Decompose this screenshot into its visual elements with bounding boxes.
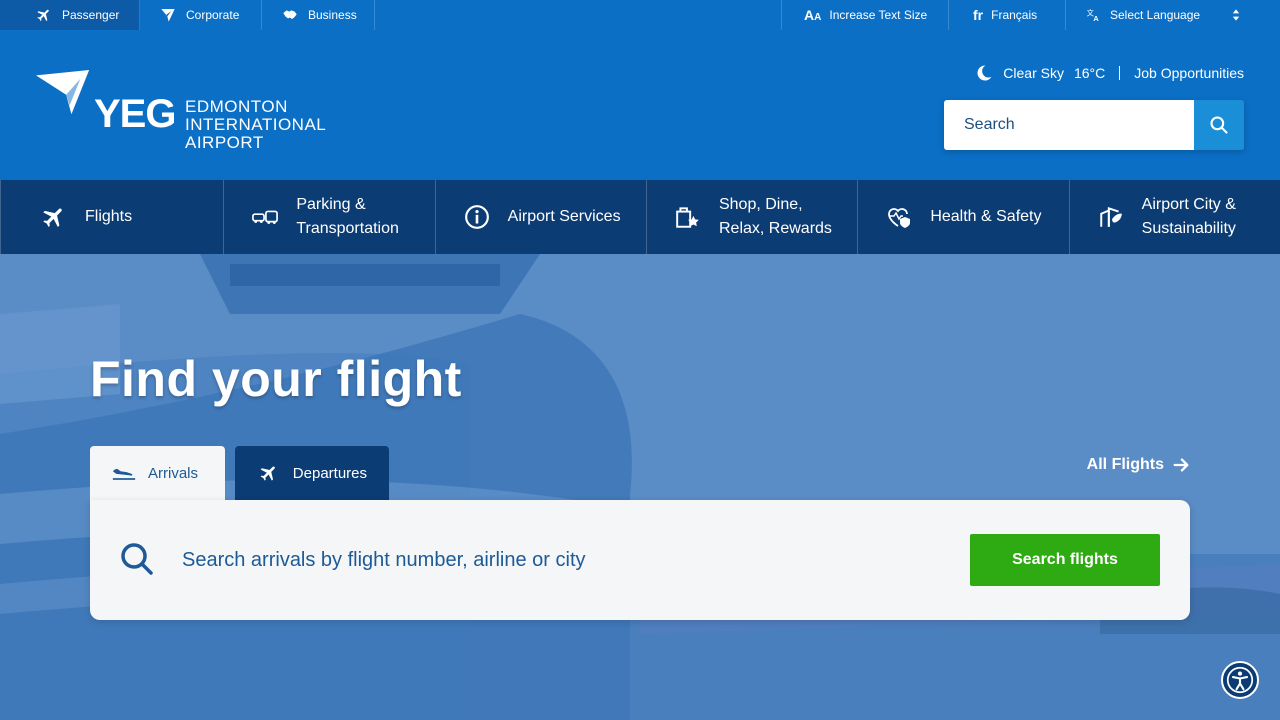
logo-name-line: EDMONTON bbox=[185, 97, 288, 116]
audience-tab-corporate[interactable]: Corporate bbox=[140, 0, 262, 30]
increase-text-label: Increase Text Size bbox=[829, 8, 928, 22]
hero-title: Find your flight bbox=[90, 351, 462, 407]
divider bbox=[1119, 66, 1121, 80]
plane-landing-icon bbox=[112, 468, 136, 480]
paper-plane-icon bbox=[161, 9, 175, 22]
accessibility-icon bbox=[1226, 666, 1254, 694]
translate-icon: 文A bbox=[1087, 9, 1100, 23]
utility-bar: Passenger Corporate Business AA Increase… bbox=[0, 0, 1280, 30]
moon-icon bbox=[977, 65, 992, 81]
nav-health-safety[interactable]: Health & Safety bbox=[857, 180, 1068, 254]
plane-icon bbox=[37, 9, 49, 22]
accessibility-button[interactable] bbox=[1221, 661, 1259, 699]
tab-departures[interactable]: Departures bbox=[235, 446, 389, 500]
search-flights-button[interactable]: Search flights bbox=[970, 534, 1160, 586]
tab-arrivals-label: Arrivals bbox=[148, 464, 199, 482]
audience-tab-label: Business bbox=[308, 8, 357, 22]
site-header: YEG EDMONTON INTERNATIONAL AIRPORT Clear… bbox=[0, 30, 1280, 180]
nav-label: Airport City & Sustainability bbox=[1141, 196, 1236, 237]
temperature: 16°C bbox=[1073, 65, 1106, 81]
plane-takeoff-icon bbox=[260, 466, 275, 481]
yeg-logo[interactable]: YEG EDMONTON INTERNATIONAL AIRPORT bbox=[36, 70, 346, 160]
text-size-icon: AA bbox=[804, 7, 822, 23]
flight-search-input[interactable] bbox=[182, 542, 942, 578]
audience-tab-passenger[interactable]: Passenger bbox=[0, 0, 140, 30]
audience-tab-label: Corporate bbox=[186, 8, 240, 22]
search-icon bbox=[1210, 116, 1228, 134]
all-flights-link[interactable]: All Flights bbox=[1087, 456, 1190, 474]
heart-shield-icon bbox=[888, 208, 911, 228]
audience-tab-business[interactable]: Business bbox=[262, 0, 375, 30]
audience-tab-label: Passenger bbox=[62, 8, 120, 22]
nav-shop-dine[interactable]: Shop, Dine, Relax, Rewards bbox=[645, 180, 857, 254]
shopping-bag-star-icon bbox=[676, 207, 699, 228]
job-opportunities-link[interactable]: Job Opportunities bbox=[1134, 65, 1244, 81]
site-search-button[interactable] bbox=[1194, 100, 1244, 150]
nav-label: Airport Services bbox=[507, 208, 621, 225]
svg-text:A: A bbox=[1093, 14, 1099, 23]
info-icon bbox=[464, 205, 489, 229]
nav-label: Health & Safety bbox=[930, 208, 1042, 225]
main-navigation: Flights Parking & Transportation Airport… bbox=[0, 180, 1280, 254]
yeg-wing-icon bbox=[36, 70, 90, 115]
nav-airport-city[interactable]: Airport City & Sustainability bbox=[1068, 180, 1280, 254]
weather-bar: Clear Sky 16°C Job Opportunities bbox=[975, 64, 1244, 82]
site-search bbox=[944, 100, 1244, 150]
nav-label: Shop, Dine, Relax, Rewards bbox=[718, 196, 832, 237]
tab-arrivals[interactable]: Arrivals bbox=[90, 446, 225, 500]
search-icon bbox=[121, 543, 153, 575]
nav-label: Flights bbox=[85, 208, 133, 225]
logo-name-line: INTERNATIONAL bbox=[185, 115, 327, 134]
all-flights-label: All Flights bbox=[1086, 456, 1164, 473]
logo-mark: YEG bbox=[94, 92, 176, 136]
nav-flights[interactable]: Flights bbox=[0, 180, 223, 254]
arrow-right-icon bbox=[1173, 458, 1189, 472]
increase-text-size-button[interactable]: AA Increase Text Size bbox=[781, 0, 948, 30]
leaf-building-icon bbox=[1099, 206, 1122, 227]
up-down-chevron-icon bbox=[1232, 9, 1240, 21]
nav-label: Parking & Transportation bbox=[296, 196, 399, 237]
logo-name-line: AIRPORT bbox=[185, 133, 264, 152]
francais-link[interactable]: fr Français bbox=[948, 0, 1065, 30]
car-bus-icon bbox=[252, 210, 279, 224]
logo-name: EDMONTON INTERNATIONAL AIRPORT bbox=[185, 98, 326, 152]
select-language-dropdown[interactable]: 文A Select Language bbox=[1065, 0, 1280, 30]
french-icon: fr bbox=[973, 7, 984, 23]
handshake-icon bbox=[283, 10, 297, 19]
plane-icon bbox=[43, 208, 62, 227]
flight-search-panel: Search flights bbox=[90, 500, 1190, 620]
hero-section: Find your flight Arrivals Departures All… bbox=[0, 254, 1280, 720]
francais-label: Français bbox=[991, 8, 1038, 22]
select-language-label: Select Language bbox=[1110, 8, 1201, 22]
tab-departures-label: Departures bbox=[292, 464, 367, 482]
nav-airport-services[interactable]: Airport Services bbox=[434, 180, 646, 254]
site-search-input[interactable] bbox=[944, 100, 1194, 150]
weather-text: Clear Sky bbox=[1003, 65, 1064, 81]
nav-parking-transportation[interactable]: Parking & Transportation bbox=[223, 180, 434, 254]
